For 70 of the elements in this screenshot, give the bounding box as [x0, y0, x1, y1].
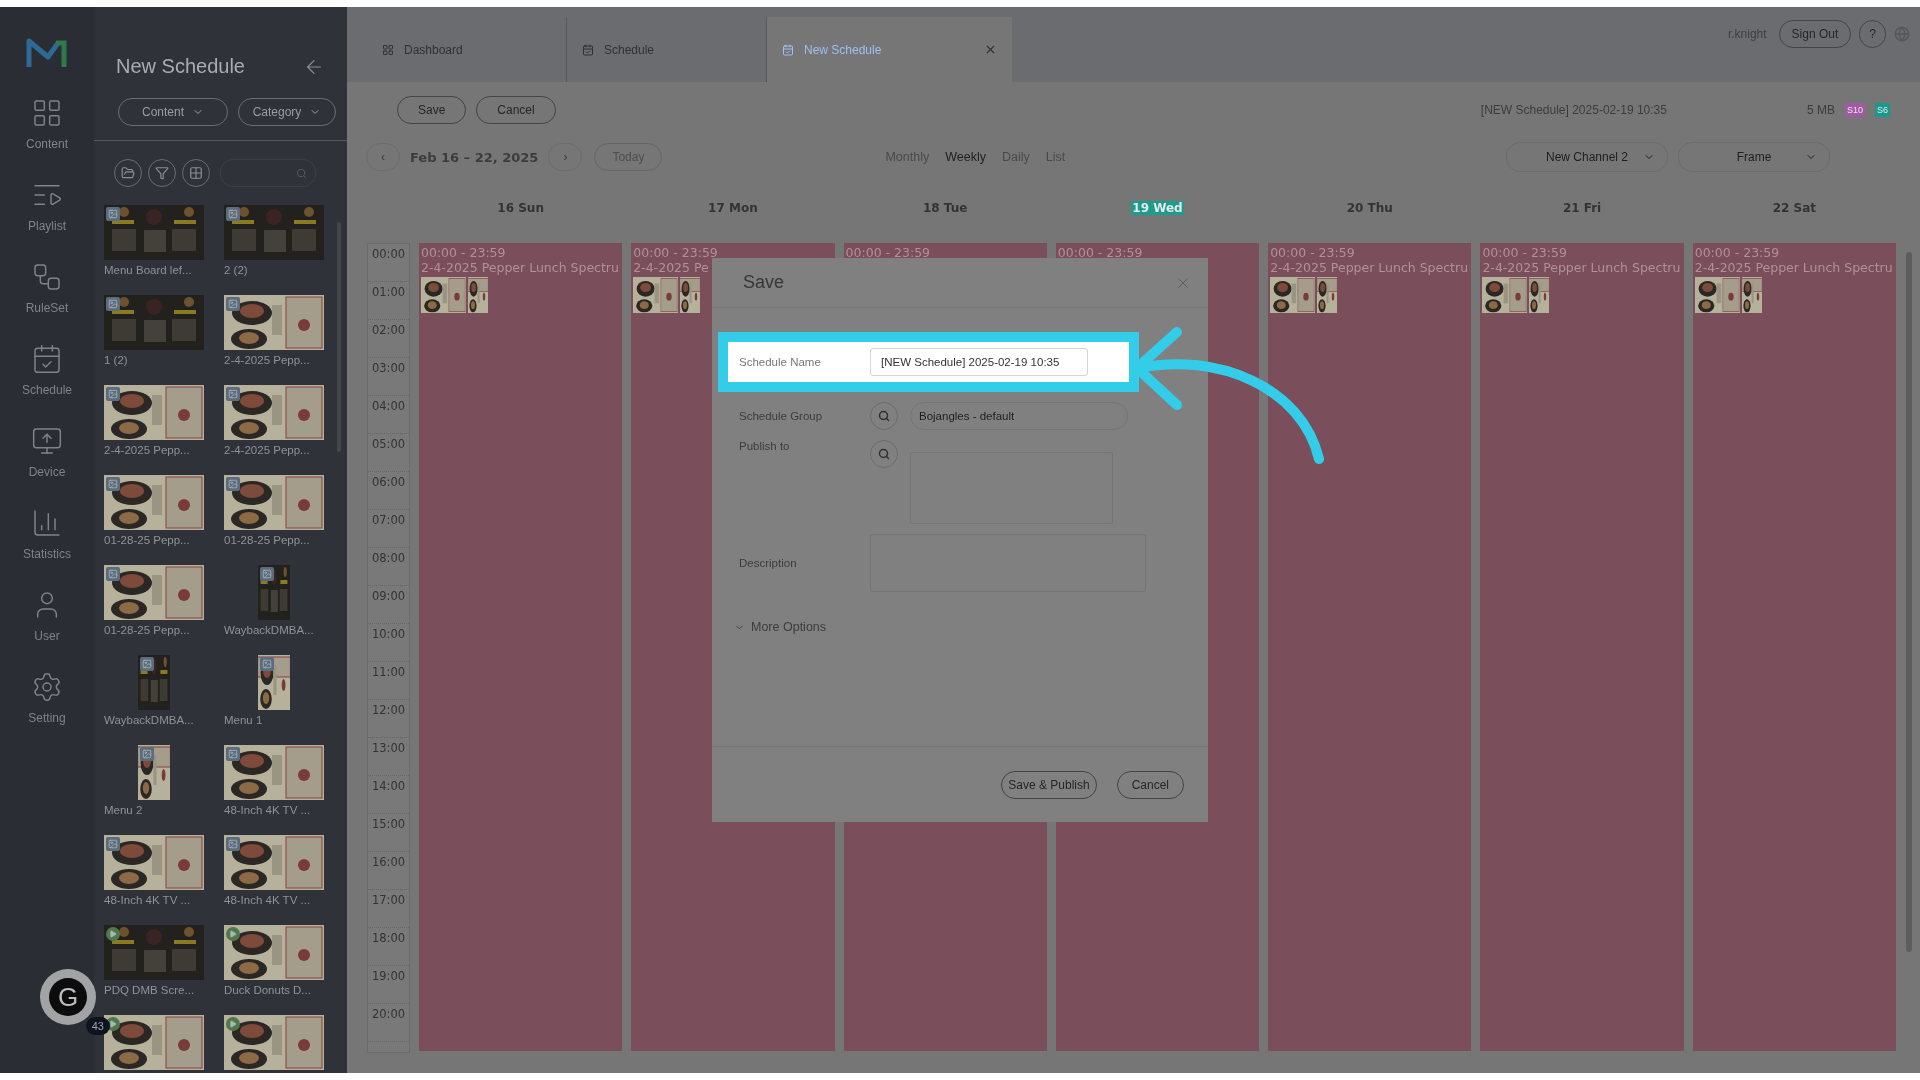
event-time: 00:00 - 23:59 [1482, 244, 1568, 260]
content-name: 2-4-2025 Pepp... [224, 444, 310, 456]
event-time: 00:00 - 23:59 [1057, 244, 1144, 260]
content-name: Duck Donuts D... [224, 984, 311, 996]
content-name: PDQ DMB Scre... [104, 984, 195, 996]
content-name: 2 (2) [224, 264, 248, 276]
panel-title: New Schedule [116, 55, 245, 78]
event-time: 00:00 - 23:59 [845, 244, 932, 260]
content-name: Menu 2 [104, 804, 143, 816]
hour-label: 03:00 [371, 360, 406, 377]
field-label: Publish to [739, 440, 791, 452]
hour-label: 20:00 [371, 1006, 406, 1023]
content-name: 01-28-25 Pepp... [104, 624, 190, 636]
event-title: 2-4-2025 Pe [633, 259, 710, 275]
hour-label: 13:00 [371, 740, 406, 757]
file-size: 5 MB [1806, 103, 1835, 117]
event-time: 00:00 - 23:59 [633, 244, 719, 260]
tag-badge: S6 [1875, 103, 1890, 117]
event-time: 00:00 - 23:59 [421, 244, 507, 260]
day-header: 18 Tue [922, 201, 969, 215]
hour-label: 18:00 [371, 930, 406, 947]
day-header: 17 Mon [707, 201, 759, 215]
content-name: 1 (2) [104, 354, 128, 366]
field-label: Schedule Group [739, 410, 824, 422]
content-name: Menu 1 [224, 714, 263, 726]
schedule-name: [NEW Schedule] 2025-02-19 10:35 [1480, 103, 1667, 117]
hour-label: 06:00 [371, 474, 406, 491]
content-name: 2-4-2025 Pepp... [224, 354, 310, 366]
hour-label: 19:00 [371, 968, 406, 985]
hour-label: 00:00 [371, 246, 406, 263]
event-title: 2-4-2025 Pepper Lunch Spectru [1270, 259, 1470, 275]
day-header: 21 Fri [1561, 201, 1603, 215]
event-title: 2-4-2025 Pepper Lunch Spectru [1694, 259, 1894, 275]
hour-label: 07:00 [371, 512, 406, 529]
hour-label: 05:00 [371, 436, 406, 453]
event-title: 2-4-2025 Pepper Lunch Spectru [421, 259, 620, 275]
content-name: 2-4-2025 Pepp... [104, 444, 190, 456]
hour-label: 15:00 [371, 816, 406, 833]
event-time: 00:00 - 23:59 [1694, 244, 1781, 260]
content-name: Menu Board lef... [104, 264, 192, 276]
count-badge: 43 [85, 1017, 110, 1035]
content-name: WaybackDMBA... [104, 714, 194, 726]
day-header: 19 Wed [1131, 201, 1184, 215]
dialog-title: Save [743, 272, 785, 293]
hour-label: 08:00 [371, 550, 406, 567]
content-name: 01-28-25 Pepp... [224, 534, 310, 546]
content-name: 01-28-25 Pepp... [104, 534, 190, 546]
event-title: 2-4-2025 Pepper Lunch Spectru [1482, 259, 1682, 275]
day-header: 22 Sat [1771, 201, 1818, 215]
field-label: Description [739, 557, 798, 569]
event-time: 00:00 - 23:59 [1270, 244, 1356, 260]
tag-badge: S10 [1844, 103, 1865, 117]
hour-label: 09:00 [371, 588, 406, 605]
hour-label: 17:00 [371, 892, 406, 909]
field-label: Schedule Name [739, 356, 822, 368]
hour-label: 02:00 [371, 322, 406, 339]
hour-label: 14:00 [371, 778, 406, 795]
content-name: 48-Inch 4K TV ... [104, 894, 191, 906]
content-name: WaybackDMBA... [224, 624, 314, 636]
day-header: 20 Thu [1345, 201, 1394, 215]
hour-label: 16:00 [371, 854, 406, 871]
hour-label: 10:00 [371, 626, 406, 643]
hour-label: 01:00 [371, 284, 406, 301]
hour-label: 11:00 [371, 664, 406, 681]
hour-label: 12:00 [371, 702, 406, 719]
hour-label: 04:00 [371, 398, 406, 415]
date-range: Feb 16 – 22, 2025 [410, 149, 539, 165]
day-header: 16 Sun [496, 201, 545, 215]
content-name: 48-Inch 4K TV ... [224, 894, 311, 906]
content-name: 48-Inch 4K TV ... [224, 804, 311, 816]
